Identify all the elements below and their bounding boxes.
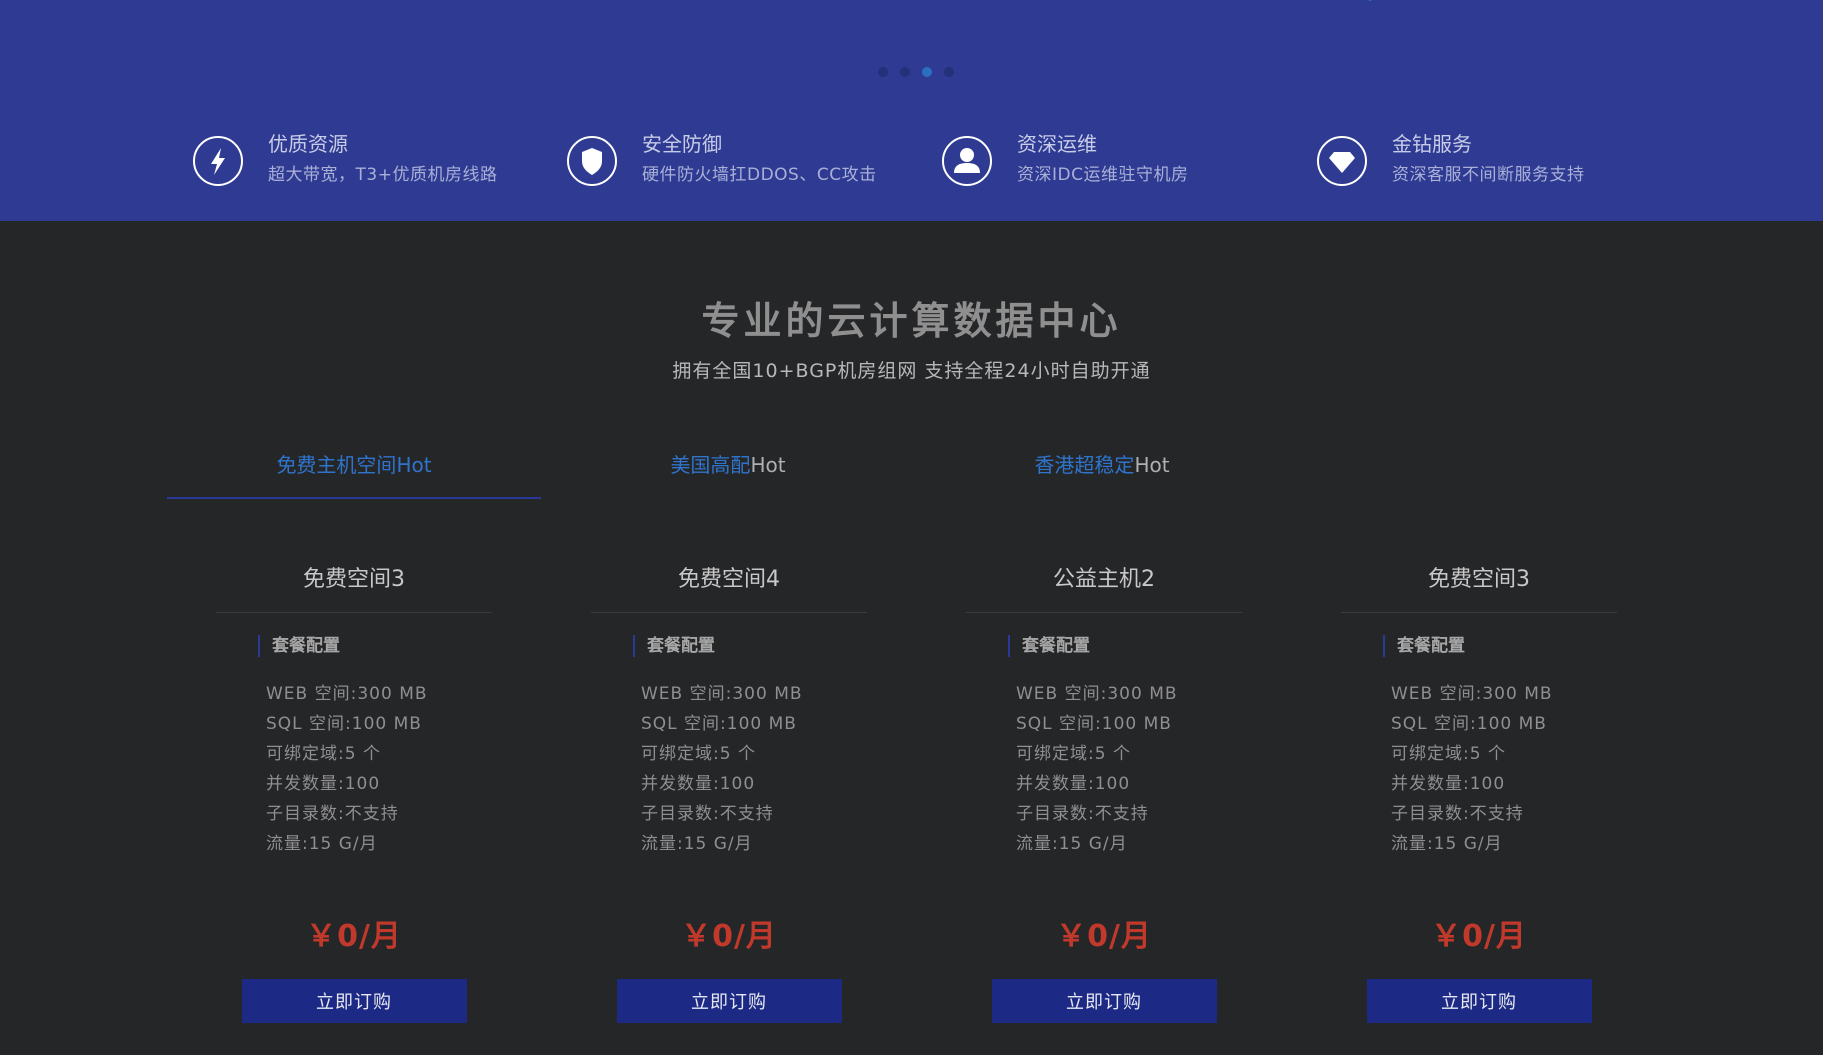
plan-price: ￥0/月 <box>681 919 777 954</box>
config-heading: 套餐配置 <box>1008 635 1242 657</box>
spec-item: 可绑定域:5 个 <box>641 744 756 764</box>
plan-price: ￥0/月 <box>1431 919 1527 954</box>
tab-free-hosting[interactable]: 免费主机空间Hot <box>167 445 541 501</box>
order-now-button[interactable]: 立即订购 <box>241 979 467 1023</box>
plan-name: 免费空间3 <box>1428 567 1530 592</box>
spec-item: SQL 空间:100 MB <box>1016 714 1172 734</box>
shield-icon <box>567 136 617 186</box>
spec-list: WEB 空间:300 MB SQL 空间:100 MB 可绑定域:5 个 并发数… <box>266 679 492 859</box>
plan-name: 公益主机2 <box>1053 567 1155 592</box>
plan-price: ￥0/月 <box>306 919 402 954</box>
feature-item: 安全防御 硬件防火墙扛DDOS、CC攻击 <box>566 130 877 190</box>
spec-item: WEB 空间:300 MB <box>266 684 428 704</box>
spec-list: WEB 空间:300 MB SQL 空间:100 MB 可绑定域:5 个 并发数… <box>1016 679 1242 859</box>
order-now-button[interactable]: 立即订购 <box>1366 979 1592 1023</box>
carousel-dots <box>878 67 954 77</box>
carousel-dot[interactable] <box>944 67 954 77</box>
feature-title: 安全防御 <box>642 132 722 156</box>
spec-item: SQL 空间:100 MB <box>266 714 422 734</box>
spec-item: 可绑定域:5 个 <box>266 744 381 764</box>
tab-label: 香港超稳定 <box>1034 453 1135 477</box>
tab-label: 免费主机空间 <box>276 453 397 477</box>
hexagon-decoration-icon <box>1367 0 1373 2</box>
section-title: 专业的云计算数据中心 <box>701 299 1122 343</box>
tab-hot-badge: Hot <box>750 453 786 477</box>
plan-card: 公益主机2 套餐配置 WEB 空间:300 MB SQL 空间:100 MB 可… <box>966 560 1242 1023</box>
spec-item: 流量:15 G/月 <box>1391 834 1503 854</box>
feature-description: 硬件防火墙扛DDOS、CC攻击 <box>642 165 877 185</box>
carousel-dot[interactable] <box>900 67 910 77</box>
feature-title: 金钻服务 <box>1392 132 1472 156</box>
plan-name: 免费空间3 <box>303 567 405 592</box>
spec-item: 流量:15 G/月 <box>641 834 753 854</box>
config-heading: 套餐配置 <box>1383 635 1617 657</box>
spec-item: 并发数量:100 <box>641 774 756 794</box>
banner: 优质资源 超大带宽，T3+优质机房线路 安全防御 硬件防火墙扛DDOS、CC攻击… <box>0 0 1823 221</box>
spec-item: 子目录数:不支持 <box>641 804 774 824</box>
carousel-dot-active[interactable] <box>922 67 932 77</box>
carousel-dot[interactable] <box>878 67 888 77</box>
spec-item: WEB 空间:300 MB <box>641 684 803 704</box>
spec-item: WEB 空间:300 MB <box>1016 684 1178 704</box>
feature-item: 资深运维 资深IDC运维驻守机房 <box>941 130 1188 190</box>
divider <box>591 612 867 613</box>
feature-description: 资深IDC运维驻守机房 <box>1017 165 1189 185</box>
spec-item: 可绑定域:5 个 <box>1391 744 1506 764</box>
feature-description: 资深客服不间断服务支持 <box>1392 165 1585 185</box>
spec-item: 子目录数:不支持 <box>1016 804 1149 824</box>
spec-item: SQL 空间:100 MB <box>641 714 797 734</box>
feature-item: 金钻服务 资深客服不间断服务支持 <box>1316 130 1585 190</box>
feature-item: 优质资源 超大带宽，T3+优质机房线路 <box>192 130 497 190</box>
config-heading: 套餐配置 <box>258 635 492 657</box>
plan-card: 免费空间3 套餐配置 WEB 空间:300 MB SQL 空间:100 MB 可… <box>1341 560 1617 1023</box>
tab-hk-stable[interactable]: 香港超稳定Hot <box>915 445 1289 501</box>
spec-item: SQL 空间:100 MB <box>1391 714 1547 734</box>
spec-item: 流量:15 G/月 <box>266 834 378 854</box>
tab-label: 美国高配 <box>670 453 751 477</box>
lightning-icon <box>193 136 243 186</box>
spec-list: WEB 空间:300 MB SQL 空间:100 MB 可绑定域:5 个 并发数… <box>641 679 867 859</box>
spec-item: 子目录数:不支持 <box>1391 804 1524 824</box>
tab-us-high-spec[interactable]: 美国高配Hot <box>541 445 915 501</box>
feature-description: 超大带宽，T3+优质机房线路 <box>268 165 498 185</box>
spec-list: WEB 空间:300 MB SQL 空间:100 MB 可绑定域:5 个 并发数… <box>1391 679 1617 859</box>
feature-title: 优质资源 <box>268 132 348 156</box>
config-heading: 套餐配置 <box>633 635 867 657</box>
divider <box>966 612 1242 613</box>
plan-card: 免费空间4 套餐配置 WEB 空间:300 MB SQL 空间:100 MB 可… <box>591 560 867 1023</box>
spec-item: 并发数量:100 <box>1391 774 1506 794</box>
plan-name: 免费空间4 <box>678 567 780 592</box>
order-now-button[interactable]: 立即订购 <box>991 979 1217 1023</box>
section-subtitle: 拥有全国10+BGP机房组网 支持全程24小时自助开通 <box>672 360 1151 382</box>
plan-price: ￥0/月 <box>1056 919 1152 954</box>
spec-item: 并发数量:100 <box>266 774 381 794</box>
feature-title: 资深运维 <box>1017 132 1097 156</box>
order-now-button[interactable]: 立即订购 <box>616 979 842 1023</box>
tab-active-underline <box>167 497 541 499</box>
diamond-icon <box>1317 136 1367 186</box>
spec-item: WEB 空间:300 MB <box>1391 684 1553 704</box>
tab-hot-badge: Hot <box>1134 453 1170 477</box>
user-icon <box>942 136 992 186</box>
spec-item: 可绑定域:5 个 <box>1016 744 1131 764</box>
feature-list: 优质资源 超大带宽，T3+优质机房线路 安全防御 硬件防火墙扛DDOS、CC攻击… <box>0 130 1823 190</box>
plan-card: 免费空间3 套餐配置 WEB 空间:300 MB SQL 空间:100 MB 可… <box>216 560 492 1023</box>
divider <box>1341 612 1617 613</box>
divider <box>216 612 492 613</box>
spec-item: 流量:15 G/月 <box>1016 834 1128 854</box>
tab-hot-badge: Hot <box>396 453 432 477</box>
spec-item: 并发数量:100 <box>1016 774 1131 794</box>
spec-item: 子目录数:不支持 <box>266 804 399 824</box>
